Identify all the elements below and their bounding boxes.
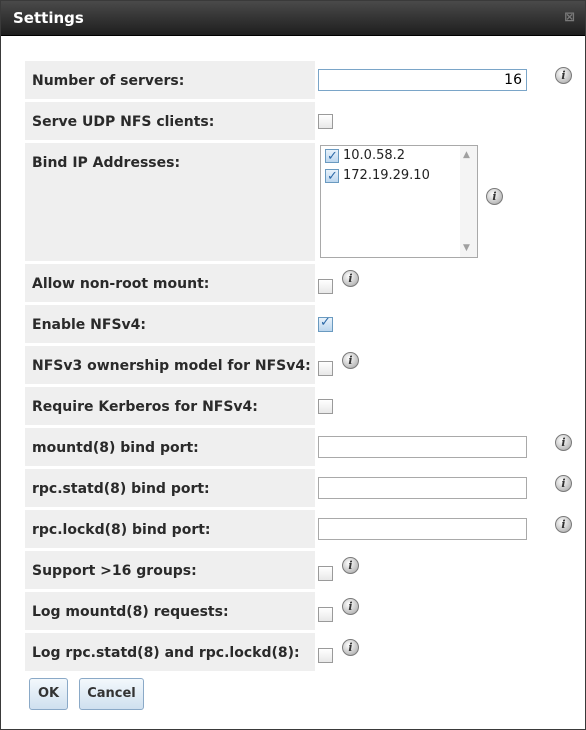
row-log-mountd-8-requests: Log mountd(8) requests: i	[23, 592, 578, 630]
label-number-of-servers: Number of servers:	[25, 61, 315, 99]
field-mountd-8-bind-port: i	[318, 428, 576, 466]
field-log-rpc-statd-8-and-rpc-lockd-8: i	[318, 633, 576, 671]
row-enable-nfsv4: Enable NFSv4:	[23, 305, 578, 343]
settings-form: Number of servers: 16 i Serve UDP NFS clien…	[23, 61, 578, 674]
row-nfsv3-ownership-model-for-nfsv4: NFSv3 ownership model for NFSv4: i	[23, 346, 578, 384]
enable-nfsv4-checkbox[interactable]	[318, 315, 333, 332]
field-log-mountd-8-requests: i	[318, 592, 576, 630]
title-bar[interactable]: Settings ⊠	[1, 1, 585, 36]
log-mountd-8-requests-checkbox[interactable]	[318, 607, 333, 622]
info-icon[interactable]: i	[555, 516, 572, 533]
info-icon[interactable]: i	[486, 188, 503, 205]
allow-non-root-mount-checkbox[interactable]	[318, 279, 333, 294]
serve-udp-nfs-clients-checkbox[interactable]	[318, 114, 333, 129]
ip-checkbox[interactable]	[325, 167, 339, 187]
row-bind-ip-addresses: Bind IP Addresses: 10.0.58.2 172.19.29.10 ▲…	[23, 143, 578, 261]
number-of-servers-input[interactable]: 16	[318, 69, 527, 91]
bind-ip-listbox[interactable]: 10.0.58.2172.19.29.10▲▼	[320, 145, 478, 258]
ip-label: 172.19.29.10	[343, 168, 430, 183]
require-kerberos-for-nfsv4-checkbox[interactable]	[318, 399, 333, 414]
row-support-16-groups: Support >16 groups: i	[23, 551, 578, 589]
row-log-rpc-statd-8-and-rpc-lockd-8: Log rpc.statd(8) and rpc.lockd(8): i	[23, 633, 578, 671]
ip-checkbox[interactable]	[325, 147, 339, 167]
label-enable-nfsv4: Enable NFSv4:	[25, 305, 315, 343]
label-rpc-lockd-8-bind-port: rpc.lockd(8) bind port:	[25, 510, 315, 548]
list-item[interactable]: 172.19.29.10	[321, 166, 477, 187]
label-log-rpc-statd-8-and-rpc-lockd-8: Log rpc.statd(8) and rpc.lockd(8):	[25, 633, 315, 671]
field-nfsv3-ownership-model-for-nfsv4: i	[318, 346, 576, 384]
info-icon[interactable]: i	[342, 270, 359, 287]
field-serve-udp-nfs-clients	[318, 102, 576, 140]
field-number-of-servers: 16 i	[318, 61, 576, 99]
info-icon[interactable]: i	[555, 434, 572, 451]
close-icon[interactable]: ⊠	[564, 10, 575, 25]
info-icon[interactable]: i	[555, 67, 572, 84]
row-rpc-statd-8-bind-port: rpc.statd(8) bind port: i	[23, 469, 578, 507]
label-rpc-statd-8-bind-port: rpc.statd(8) bind port:	[25, 469, 315, 507]
info-icon[interactable]: i	[342, 352, 359, 369]
row-require-kerberos-for-nfsv4: Require Kerberos for NFSv4:	[23, 387, 578, 425]
ok-button[interactable]: OK	[29, 678, 68, 710]
rpc-statd-8-bind-port-input[interactable]	[318, 477, 527, 499]
info-icon[interactable]: i	[342, 557, 359, 574]
scroll-up-icon[interactable]: ▲	[463, 150, 470, 160]
field-rpc-statd-8-bind-port: i	[318, 469, 576, 507]
log-rpc-statd-8-and-rpc-lockd-8-checkbox[interactable]	[318, 648, 333, 663]
field-support-16-groups: i	[318, 551, 576, 589]
row-mountd-8-bind-port: mountd(8) bind port: i	[23, 428, 578, 466]
settings-dialog: Settings ⊠ Number of servers: 16 i Serve UD…	[0, 0, 586, 730]
mountd-8-bind-port-input[interactable]	[318, 436, 527, 458]
field-enable-nfsv4	[318, 305, 576, 343]
listbox-scrollbar[interactable]: ▲ ▼	[460, 146, 477, 257]
label-log-mountd-8-requests: Log mountd(8) requests:	[25, 592, 315, 630]
scroll-down-icon[interactable]: ▼	[463, 243, 470, 253]
row-number-of-servers: Number of servers: 16 i	[23, 61, 578, 99]
nfsv3-ownership-model-for-nfsv4-checkbox[interactable]	[318, 361, 333, 376]
field-allow-non-root-mount: i	[318, 264, 576, 302]
row-rpc-lockd-8-bind-port: rpc.lockd(8) bind port: i	[23, 510, 578, 548]
field-bind-ip-addresses: 10.0.58.2172.19.29.10▲▼i	[318, 143, 576, 261]
list-item[interactable]: 10.0.58.2	[321, 146, 477, 167]
label-allow-non-root-mount: Allow non-root mount:	[25, 264, 315, 302]
label-support-16-groups: Support >16 groups:	[25, 551, 315, 589]
label-bind-ip-addresses: Bind IP Addresses:	[25, 143, 315, 261]
support-16-groups-checkbox[interactable]	[318, 566, 333, 581]
info-icon[interactable]: i	[342, 598, 359, 615]
dialog-title: Settings	[13, 9, 84, 27]
cancel-button[interactable]: Cancel	[79, 678, 144, 710]
info-icon[interactable]: i	[555, 475, 572, 492]
label-nfsv3-ownership-model-for-nfsv4: NFSv3 ownership model for NFSv4:	[25, 346, 315, 384]
rpc-lockd-8-bind-port-input[interactable]	[318, 518, 527, 540]
ip-label: 10.0.58.2	[343, 148, 406, 163]
field-rpc-lockd-8-bind-port: i	[318, 510, 576, 548]
row-serve-udp-nfs-clients: Serve UDP NFS clients:	[23, 102, 578, 140]
label-require-kerberos-for-nfsv4: Require Kerberos for NFSv4:	[25, 387, 315, 425]
info-icon[interactable]: i	[342, 639, 359, 656]
field-require-kerberos-for-nfsv4	[318, 387, 576, 425]
row-allow-non-root-mount: Allow non-root mount: i	[23, 264, 578, 302]
label-serve-udp-nfs-clients: Serve UDP NFS clients:	[25, 102, 315, 140]
label-mountd-8-bind-port: mountd(8) bind port:	[25, 428, 315, 466]
